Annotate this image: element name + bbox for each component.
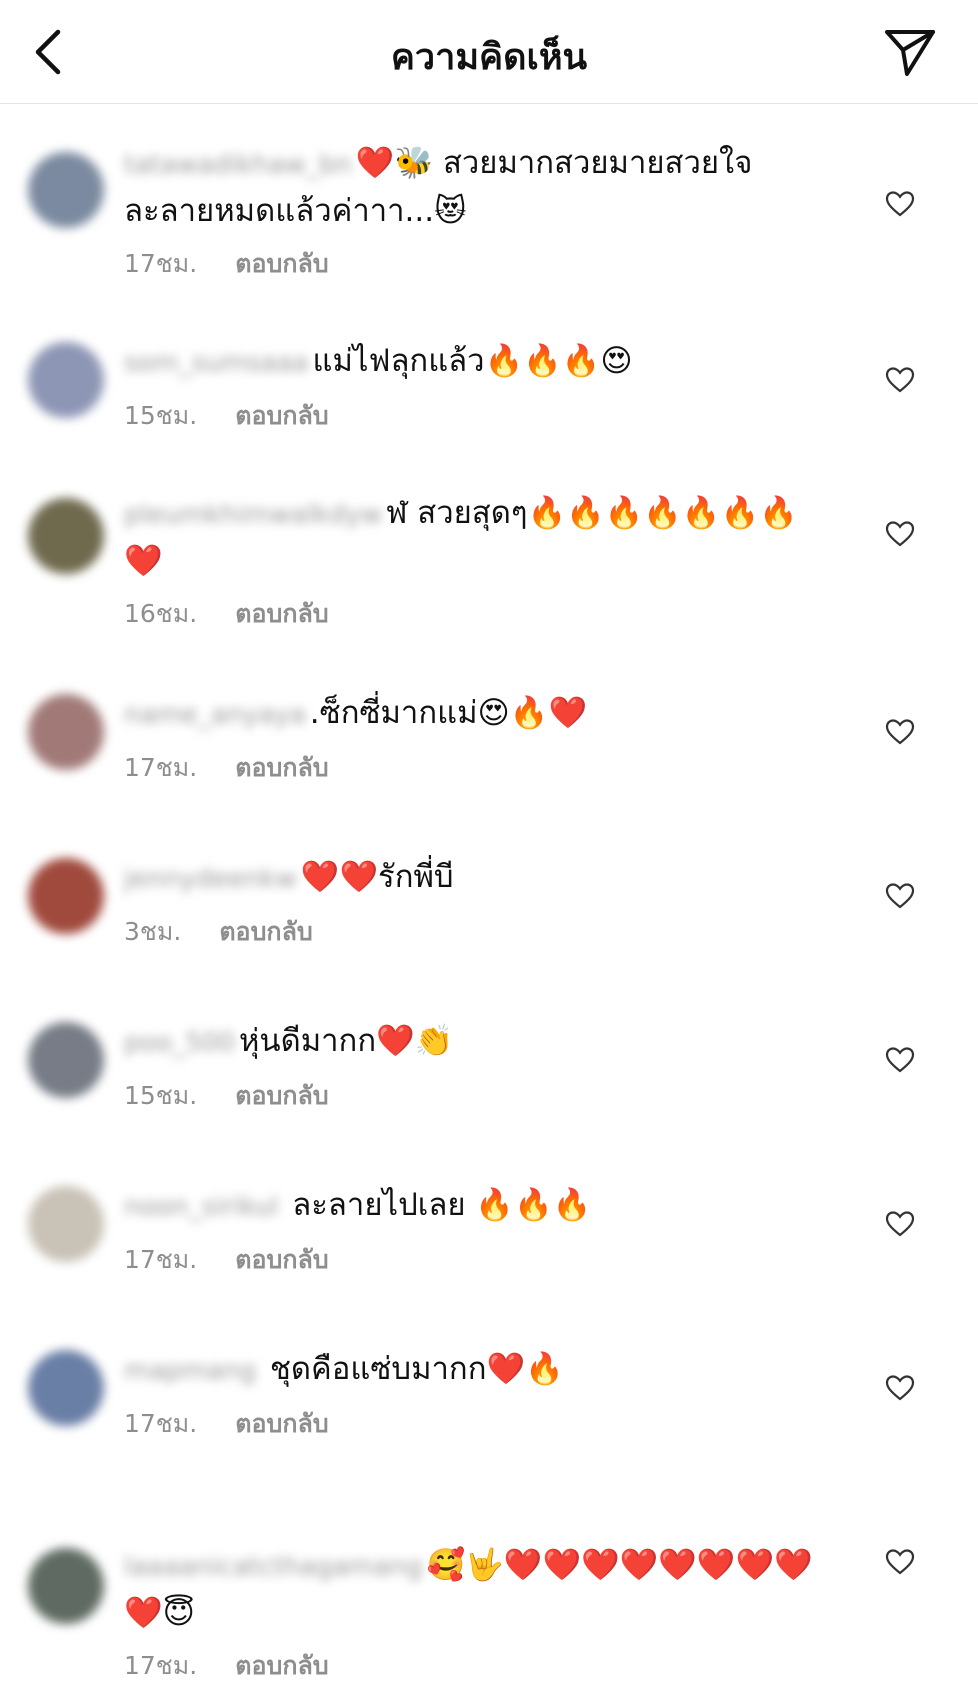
like-button[interactable]	[880, 360, 920, 400]
heart-icon	[885, 719, 915, 745]
avatar[interactable]	[28, 152, 104, 228]
username[interactable]: laaaanicatcthagamang	[124, 1544, 423, 1590]
comment-meta: 15ชม. ตอบกลับ	[124, 1076, 824, 1116]
comment-text: jennydeenkw ❤️❤️รักพี่บี	[124, 854, 824, 902]
avatar[interactable]	[28, 342, 104, 418]
comment-meta: 17ชม. ตอบกลับ	[124, 244, 824, 284]
comment-meta: 17ชม. ตอบกลับ	[124, 1404, 824, 1444]
reply-button[interactable]: ตอบกลับ	[235, 1240, 328, 1280]
username[interactable]: noon_sirikul	[124, 1184, 278, 1230]
comment-text: pleumkhimwalkdyw ฬ สวยสุดๆ🔥🔥🔥🔥🔥🔥🔥❤️	[124, 490, 824, 584]
avatar[interactable]	[28, 1350, 104, 1426]
timestamp: 17ชม.	[124, 249, 198, 278]
username[interactable]: name_anyaya	[124, 692, 306, 738]
comment-meta: 17ชม. ตอบกลับ	[124, 1240, 824, 1280]
heart-icon	[885, 1047, 915, 1073]
like-button[interactable]	[880, 1542, 920, 1582]
comment-message: .ซ็กซี่มากแม่😍🔥❤️	[309, 695, 588, 731]
reply-button[interactable]: ตอบกลับ	[235, 1076, 328, 1116]
like-button[interactable]	[880, 1368, 920, 1408]
page-title: ความคิดเห็น	[390, 37, 588, 78]
like-button[interactable]	[880, 876, 920, 916]
heart-icon	[885, 1375, 915, 1401]
avatar[interactable]	[28, 498, 104, 574]
reply-button[interactable]: ตอบกลับ	[235, 1404, 328, 1444]
timestamp: 17ชม.	[124, 1245, 198, 1274]
comment-meta: 15ชม. ตอบกลับ	[124, 396, 824, 436]
timestamp: 17ชม.	[124, 1651, 198, 1680]
heart-icon	[885, 521, 915, 547]
username[interactable]: pleumkhimwalkdyw	[124, 492, 382, 538]
reply-button[interactable]: ตอบกลับ	[219, 912, 312, 952]
heart-icon	[885, 191, 915, 217]
comment-text: laaaanicatcthagamang 🥰🤟❤️❤️❤️❤️❤️❤️❤️❤️❤️…	[124, 1542, 824, 1636]
avatar[interactable]	[28, 1022, 104, 1098]
share-button[interactable]	[878, 22, 942, 82]
like-button[interactable]	[880, 712, 920, 752]
comment-text: som_sumsaaa แม่ไฟลุกแล้ว🔥🔥🔥😍	[124, 338, 824, 386]
avatar[interactable]	[28, 1548, 104, 1624]
timestamp: 17ชม.	[124, 1409, 198, 1438]
timestamp: 3ชม.	[124, 917, 182, 946]
heart-icon	[885, 1211, 915, 1237]
comment-meta: 3ชม. ตอบกลับ	[124, 912, 824, 952]
like-button[interactable]	[880, 1204, 920, 1244]
username[interactable]: som_sumsaaa	[124, 340, 308, 386]
comment-message: หุ่นดีมากก❤️👏	[238, 1023, 454, 1059]
comment-text: mapmang ชุดคือแซ่บมากก❤️🔥	[124, 1346, 824, 1394]
username[interactable]: tatawadikhaw_bn	[124, 142, 352, 188]
timestamp: 16ชม.	[124, 599, 198, 628]
comment-text: tatawadikhaw_bn ❤️🐝 สวยมากสวยมายสวยใจละลา…	[124, 140, 824, 234]
like-button[interactable]	[880, 184, 920, 224]
comment-text: noon_sirikul ละลายไปเลย 🔥🔥🔥	[124, 1182, 824, 1230]
like-button[interactable]	[880, 1040, 920, 1080]
heart-icon	[885, 367, 915, 393]
comment-text: poo_500 หุ่นดีมากก❤️👏	[124, 1018, 824, 1066]
comment-message: ชุดคือแซ่บมากก❤️🔥	[260, 1351, 564, 1387]
username[interactable]: jennydeenkw	[124, 856, 297, 902]
like-button[interactable]	[880, 514, 920, 554]
username[interactable]: mapmang	[124, 1348, 256, 1394]
reply-button[interactable]: ตอบกลับ	[235, 396, 328, 436]
reply-button[interactable]: ตอบกลับ	[235, 748, 328, 788]
comment-meta: 17ชม. ตอบกลับ	[124, 748, 824, 788]
timestamp: 15ชม.	[124, 1081, 198, 1110]
comment-meta: 17ชม. ตอบกลับ	[124, 1646, 824, 1686]
comment-message: ละลายไปเลย 🔥🔥🔥	[282, 1187, 592, 1223]
send-icon	[885, 30, 935, 76]
comment-message: ❤️❤️รักพี่บี	[300, 859, 454, 895]
avatar[interactable]	[28, 858, 104, 934]
avatar[interactable]	[28, 694, 104, 770]
comment-text: name_anyaya .ซ็กซี่มากแม่😍🔥❤️	[124, 690, 824, 738]
top-bar: ความคิดเห็น	[0, 0, 978, 104]
avatar[interactable]	[28, 1186, 104, 1262]
comment-message: แม่ไฟลุกแล้ว🔥🔥🔥😍	[312, 343, 633, 379]
heart-icon	[885, 883, 915, 909]
username[interactable]: poo_500	[124, 1020, 235, 1066]
reply-button[interactable]: ตอบกลับ	[235, 594, 328, 634]
reply-button[interactable]: ตอบกลับ	[235, 244, 328, 284]
timestamp: 15ชม.	[124, 401, 198, 430]
timestamp: 17ชม.	[124, 753, 198, 782]
heart-icon	[885, 1549, 915, 1575]
reply-button[interactable]: ตอบกลับ	[235, 1646, 328, 1686]
comment-meta: 16ชม. ตอบกลับ	[124, 594, 824, 634]
